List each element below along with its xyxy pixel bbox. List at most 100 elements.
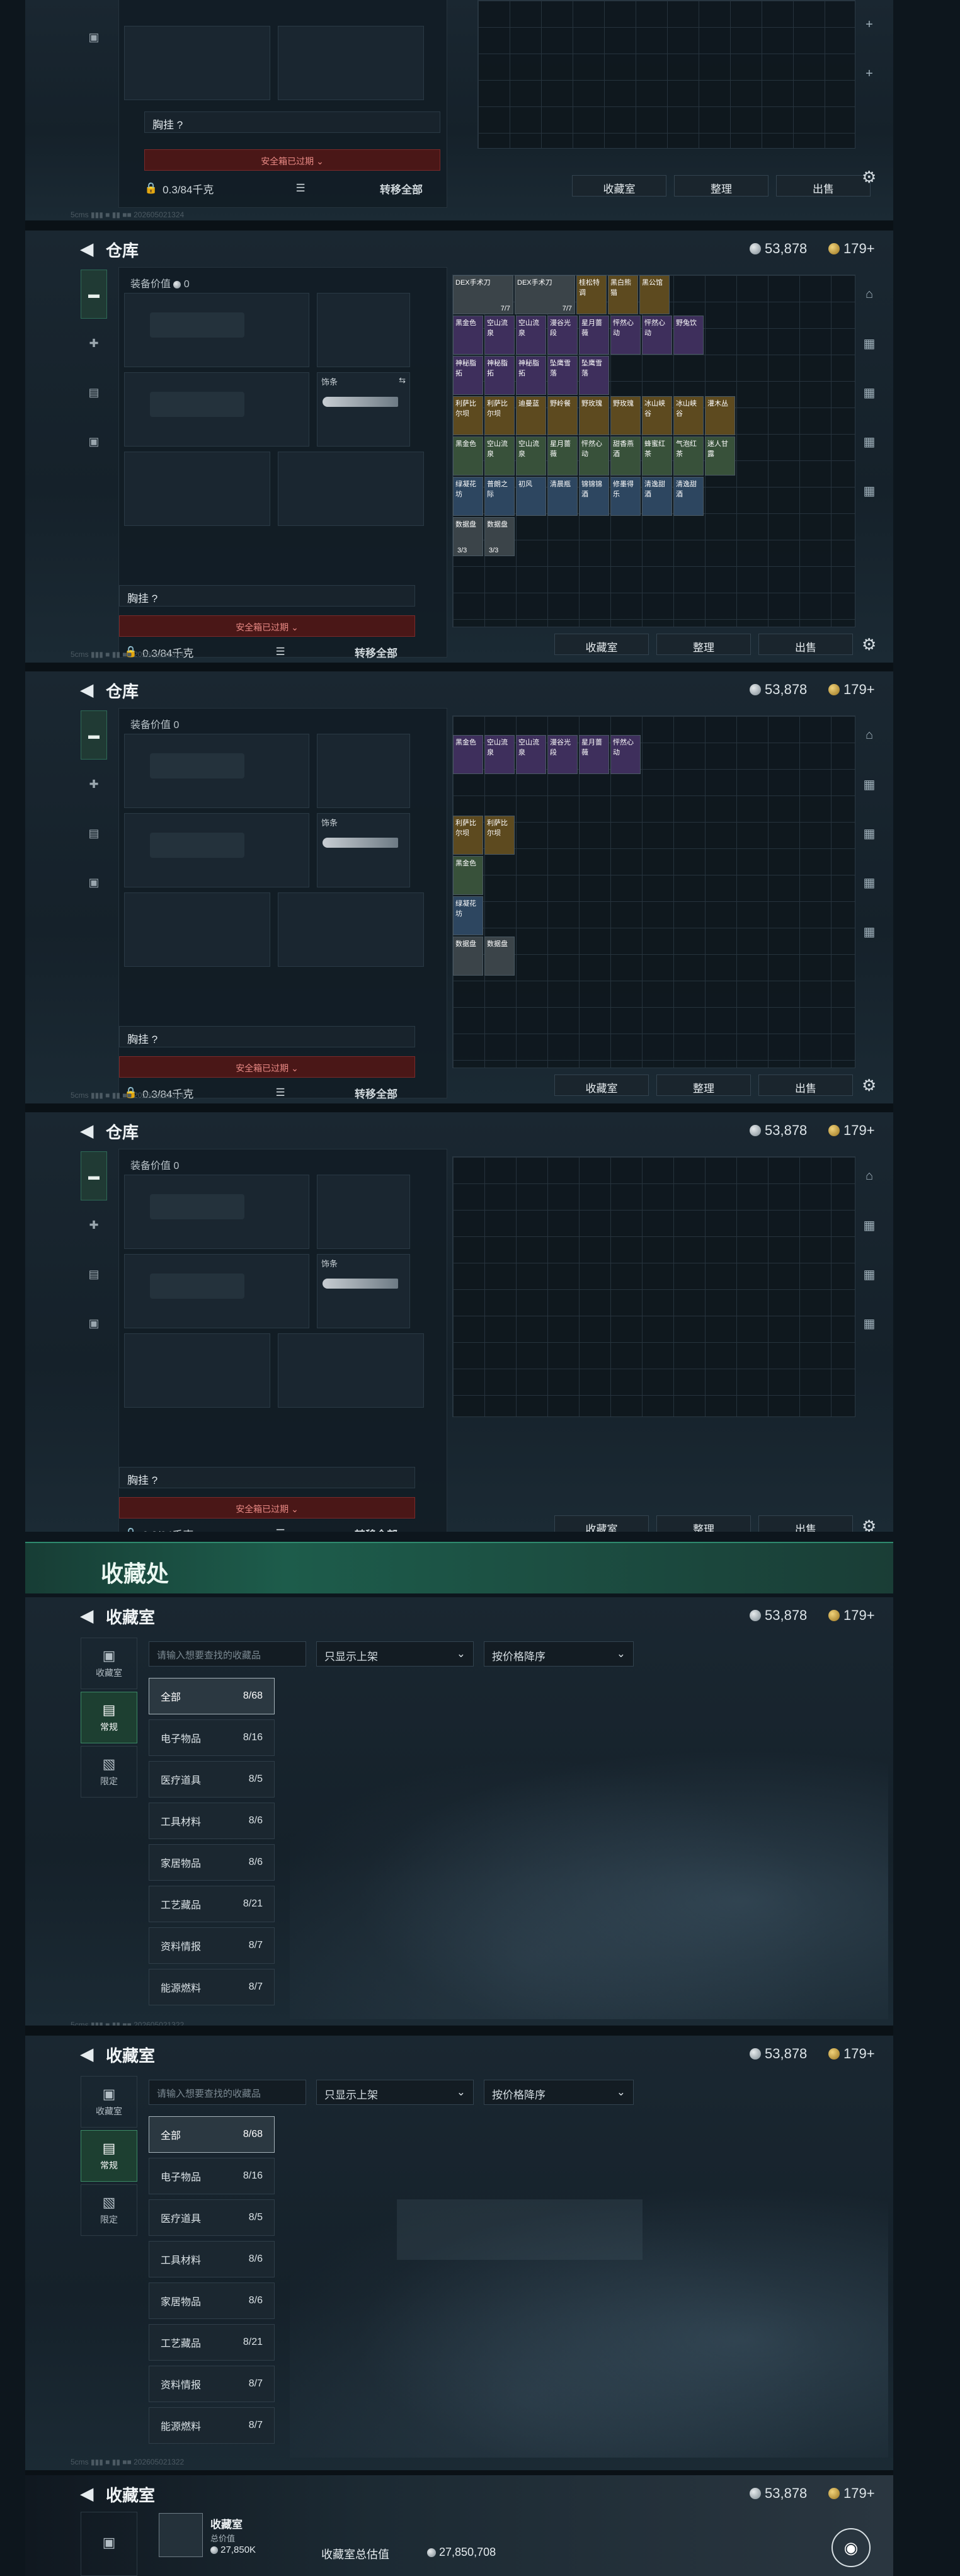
sort-button[interactable]: 整理 <box>656 1074 751 1096</box>
tab-vault[interactable]: ▣ 收藏室 <box>81 1638 137 1689</box>
item-cell[interactable]: 数据盘 3/3 <box>453 517 483 556</box>
category-medical[interactable]: 医疗道具 8/5 <box>149 1761 275 1798</box>
item-cell[interactable]: 锦锦锦酒 <box>579 477 609 516</box>
item-cell[interactable]: 怦然心动 <box>610 316 641 355</box>
category-energy[interactable]: 能源燃料 8/7 <box>149 1969 275 2005</box>
vault-icon[interactable]: ⌂ <box>850 1151 888 1200</box>
item-cell[interactable]: 黑金色 <box>453 436 483 476</box>
sell-button[interactable]: 出售 <box>758 1515 853 1532</box>
category-icon[interactable]: ▦ <box>850 760 888 809</box>
category-household[interactable]: 家居物品 8/6 <box>149 1844 275 1881</box>
settings-gear-icon[interactable]: ⚙ <box>862 1517 876 1532</box>
melee-slot[interactable]: 饰条 ⇆ <box>317 372 410 447</box>
weapon-tab[interactable]: ▬ <box>81 710 107 760</box>
item-cell[interactable]: 漫谷光段 <box>547 735 578 774</box>
tab-vault[interactable]: ▣ <box>81 2512 137 2576</box>
item-cell[interactable]: 利萨比尔坝 <box>484 396 515 435</box>
item-cell[interactable]: DEX手术刀 7/7 <box>515 275 575 314</box>
item-cell[interactable]: 空山流泉 <box>516 735 546 774</box>
weapon-tab[interactable]: ▬ <box>81 270 107 319</box>
item-cell[interactable]: 空山流泉 <box>516 316 546 355</box>
collection-button[interactable]: 收藏室 <box>572 175 666 197</box>
sort-button[interactable]: 整理 <box>656 1515 751 1532</box>
item-cell[interactable]: 坠鹰雪落 <box>579 356 609 395</box>
category-all[interactable]: 全部 8/68 <box>149 2116 275 2153</box>
item-cell[interactable]: 利萨比尔坝 <box>484 816 515 855</box>
item-cell[interactable]: 黑金色 <box>453 316 483 355</box>
vault-icon[interactable]: ⌂ <box>850 270 888 319</box>
backpack-tab[interactable]: ▣ <box>81 13 107 62</box>
item-cell[interactable]: 野兔饮 <box>673 316 704 355</box>
item-cell[interactable]: 星月蔷薇 <box>579 735 609 774</box>
item-cell[interactable]: 利萨比尔坝 <box>453 396 483 435</box>
category-crafts[interactable]: 工艺藏品 8/21 <box>149 1886 275 1922</box>
item-cell[interactable]: 野岭餐 <box>547 396 578 435</box>
category-icon[interactable]: ▦ <box>850 858 888 907</box>
category-crafts[interactable]: 工艺藏品 8/21 <box>149 2324 275 2361</box>
sell-button[interactable]: 出售 <box>776 175 871 197</box>
item-cell[interactable]: 冰山峡谷 <box>642 396 672 435</box>
item-cell[interactable]: 利萨比尔坝 <box>453 816 483 855</box>
collection-button[interactable]: 收藏室 <box>554 1515 649 1532</box>
item-cell[interactable]: 坠鹰雪落 <box>547 356 578 395</box>
item-cell[interactable]: 星月蔷薇 <box>547 436 578 476</box>
category-icon[interactable]: ▦ <box>850 368 888 417</box>
item-cell[interactable]: 桂松特调 <box>576 275 607 314</box>
collection-button[interactable]: 收藏室 <box>554 634 649 655</box>
back-arrow-icon[interactable]: ◀ <box>81 1121 93 1141</box>
item-cell[interactable]: 怦然心动 <box>579 436 609 476</box>
tab-regular[interactable]: ▤ 常规 <box>81 1692 137 1743</box>
chest-rig-slot[interactable]: 胸挂 ? <box>119 585 415 607</box>
item-cell[interactable]: 星月蔷薇 <box>579 316 609 355</box>
item-cell[interactable]: 黑金色 <box>453 856 483 895</box>
item-cell[interactable]: 神秘脂拓 <box>516 356 546 395</box>
item-cell[interactable]: 修墨得乐 <box>610 477 641 516</box>
secondary-weapon-slot[interactable] <box>124 372 309 447</box>
tab-regular[interactable]: ▤ 常规 <box>81 2130 137 2182</box>
item-cell[interactable]: 黑公馆 <box>639 275 670 314</box>
armor-slot[interactable] <box>278 452 424 526</box>
item-cell[interactable]: 气泡红茶 <box>673 436 704 476</box>
pistol-slot[interactable] <box>317 1175 410 1249</box>
item-cell[interactable]: 黑金色 <box>453 735 483 774</box>
vault-card[interactable]: 收藏室 总价值 27,850K <box>159 2510 316 2576</box>
plus-icon[interactable]: + <box>850 49 888 98</box>
item-cell[interactable]: 野玫瑰 <box>610 396 641 435</box>
item-cell[interactable]: 绿凝花坊 <box>453 477 483 516</box>
item-cell[interactable]: 黑白熊猫 <box>608 275 638 314</box>
transfer-all-button[interactable]: 转移全部 <box>380 181 423 197</box>
category-intel[interactable]: 资料情报 8/7 <box>149 2366 275 2402</box>
category-energy[interactable]: 能源燃料 8/7 <box>149 2407 275 2444</box>
item-cell[interactable]: 清晨瓶 <box>547 477 578 516</box>
back-arrow-icon[interactable]: ◀ <box>81 239 93 259</box>
document-tab[interactable]: ▤ <box>81 1250 107 1299</box>
weapon-tab[interactable]: ▬ <box>81 1151 107 1200</box>
helmet-slot[interactable] <box>124 452 270 526</box>
sort-button[interactable]: 整理 <box>656 634 751 655</box>
transfer-all-button[interactable]: 转移全部 <box>355 1526 397 1532</box>
category-icon[interactable]: ▦ <box>850 319 888 368</box>
item-cell[interactable]: 空山流泉 <box>484 735 515 774</box>
item-cell[interactable]: 怦然心动 <box>642 316 672 355</box>
category-tools[interactable]: 工具材料 8/6 <box>149 2241 275 2277</box>
category-electronics[interactable]: 电子物品 8/16 <box>149 2158 275 2194</box>
primary-weapon-slot[interactable] <box>124 1175 309 1249</box>
safe-box-warning[interactable]: 安全箱已过期 ⌄ <box>119 1497 415 1519</box>
item-cell[interactable]: DEX手术刀 7/7 <box>453 275 513 314</box>
category-icon[interactable]: ▦ <box>850 1299 888 1348</box>
search-input[interactable]: 请输入想要查找的收藏品 <box>149 2080 306 2105</box>
tab-limited[interactable]: ▧ 限定 <box>81 2184 137 2236</box>
collection-button[interactable]: 收藏室 <box>554 1074 649 1096</box>
item-cell[interactable]: 甜香燕酒 <box>610 436 641 476</box>
item-cell[interactable]: 数据盘 <box>453 937 483 976</box>
category-medical[interactable]: 医疗道具 8/5 <box>149 2199 275 2236</box>
gold-currency[interactable]: 179+ <box>828 2485 875 2502</box>
sort-button[interactable]: 整理 <box>674 175 769 197</box>
storage-grid[interactable] <box>452 1156 855 1417</box>
backpack-tab[interactable]: ▣ <box>81 858 107 907</box>
item-cell[interactable]: 绿凝花坊 <box>453 896 483 935</box>
settings-gear-icon[interactable]: ⚙ <box>862 1076 876 1095</box>
chest-rig-slot[interactable]: 胸挂 ? <box>144 111 440 133</box>
secondary-weapon-slot[interactable] <box>124 813 309 887</box>
melee-slot[interactable]: 饰条 <box>317 813 410 887</box>
